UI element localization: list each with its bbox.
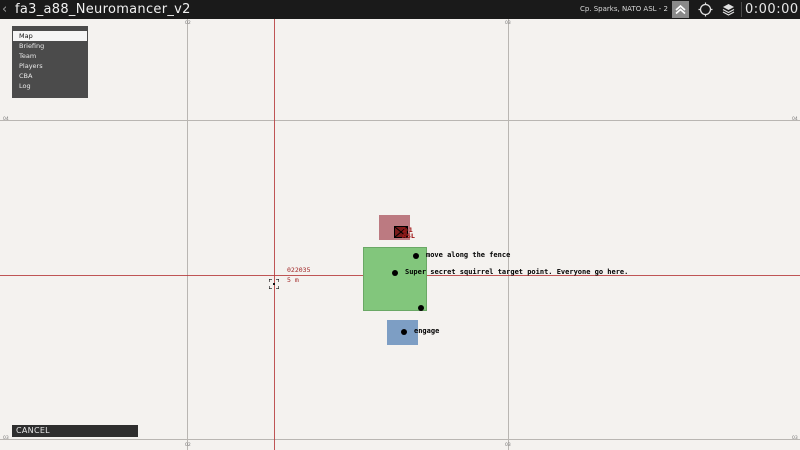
- grid-label: 02: [185, 21, 191, 26]
- map-marker-label: engage: [414, 327, 440, 335]
- map-marker-dot[interactable]: [413, 253, 419, 259]
- map-cursor-icon: [268, 274, 280, 290]
- unit-label: 2-1 ASL: [402, 228, 415, 240]
- grid-label: 03: [505, 21, 511, 26]
- map-menu-panel: Map Briefing Team Players CBA Log: [12, 26, 88, 98]
- grid-line-vertical: [187, 19, 188, 450]
- grid-label: 03: [792, 436, 798, 441]
- map-marker-dot[interactable]: [401, 329, 407, 335]
- map-marker-label: move along the fence: [426, 251, 511, 259]
- menu-item-players[interactable]: Players: [12, 61, 88, 71]
- map-marker-dot[interactable]: [418, 305, 424, 311]
- back-chevron-icon[interactable]: ‹: [2, 0, 12, 19]
- menu-item-team[interactable]: Team: [12, 51, 88, 61]
- toolbar-divider: [741, 2, 742, 17]
- top-bar: ‹ fa3_a88_Neuromancer_v2 Cp. Sparks, NAT…: [0, 0, 800, 19]
- cursor-distance-readout: 5 m: [287, 276, 299, 284]
- layers-icon[interactable]: [720, 1, 737, 18]
- unit-label-role: ASL: [402, 233, 415, 240]
- cancel-button[interactable]: CANCEL: [12, 425, 138, 437]
- cursor-grid-readout: 022035: [287, 266, 311, 274]
- grid-line-horizontal: [0, 439, 800, 440]
- map-marker-dot[interactable]: [392, 270, 398, 276]
- map-canvas[interactable]: 02 03 02 03 04 03 04 03 022035 5 m 2-1 A…: [0, 19, 800, 450]
- grid-label: 02: [185, 443, 191, 448]
- mission-clock: 0:00:00: [745, 2, 799, 17]
- grid-label: 03: [3, 436, 9, 441]
- menu-item-cba[interactable]: CBA: [12, 71, 88, 81]
- menu-item-log[interactable]: Log: [12, 81, 88, 91]
- menu-item-map[interactable]: Map: [13, 31, 87, 41]
- grid-label: 04: [3, 117, 9, 122]
- gps-icon[interactable]: [697, 1, 714, 18]
- grid-label: 03: [505, 443, 511, 448]
- grid-line-vertical: [508, 19, 509, 450]
- rank-chevron-icon[interactable]: [672, 1, 689, 18]
- crosshair-vertical-line: [274, 19, 275, 450]
- player-info: Cp. Sparks, NATO ASL - 2: [579, 5, 668, 13]
- grid-label: 04: [792, 117, 798, 122]
- grid-line-horizontal: [0, 120, 800, 121]
- mission-title: fa3_a88_Neuromancer_v2: [15, 2, 191, 17]
- menu-item-briefing[interactable]: Briefing: [12, 41, 88, 51]
- map-marker-label: Super secret squirrel target point. Ever…: [405, 268, 629, 276]
